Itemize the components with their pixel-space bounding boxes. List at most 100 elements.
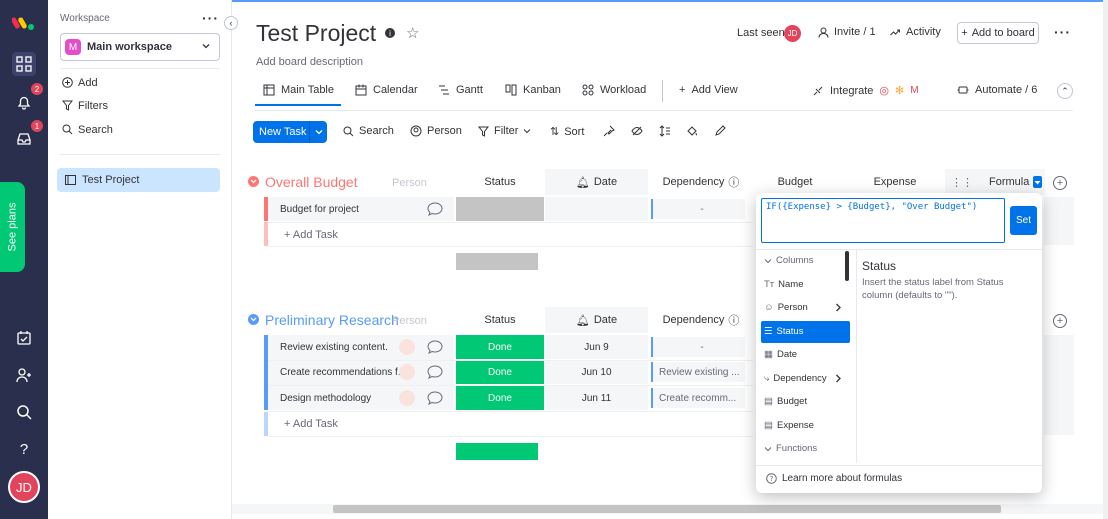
collapse-panel-icon[interactable]: ‹ (224, 16, 238, 30)
monday-logo[interactable] (12, 12, 36, 32)
date-cell[interactable]: Jun 10 (545, 360, 648, 384)
invite-button[interactable]: Invite / 1 (818, 26, 876, 38)
learn-more-link[interactable]: ? Learn more about formulas (766, 473, 902, 484)
automate-button[interactable]: Automate / 6 (957, 84, 1037, 96)
integrate-button[interactable]: Integrate ◎ ✻ M (812, 84, 919, 97)
person-avatar[interactable] (399, 339, 415, 355)
status-cell[interactable]: Done (456, 335, 544, 359)
column-header-person[interactable]: Person (392, 177, 427, 189)
status-cell[interactable]: Done (456, 360, 544, 384)
list-scrollbar-thumb[interactable] (845, 251, 849, 281)
see-plans-button[interactable]: See plans (0, 182, 25, 272)
task-name[interactable]: Budget for project (280, 197, 359, 221)
tab-kanban[interactable]: Kanban (505, 84, 561, 96)
vertical-scrollbar[interactable] (1103, 0, 1108, 519)
formula-item-dependency[interactable]: ⤷ Dependency (764, 373, 842, 384)
task-name[interactable]: Create recommendations f... (280, 360, 406, 384)
board-title[interactable]: Test Project (256, 20, 376, 47)
workspace-menu-icon[interactable]: ··· (202, 10, 219, 26)
filters-button[interactable]: Filters (62, 100, 108, 112)
help-icon[interactable]: ? (12, 437, 36, 461)
add-column-icon[interactable]: + (1053, 176, 1067, 190)
status-cell[interactable]: Done (456, 386, 544, 410)
comment-icon[interactable] (427, 202, 443, 216)
add-task-input[interactable]: + Add Task (284, 412, 338, 436)
formula-item-status[interactable]: ☰ Status (764, 326, 803, 337)
pin-icon[interactable] (603, 125, 615, 137)
task-name[interactable]: Design methodology (280, 386, 371, 410)
date-cell[interactable]: Jun 9 (545, 335, 648, 359)
sidebar-item-test-project[interactable]: Test Project (57, 168, 220, 192)
column-header-expense[interactable]: Expense (860, 169, 930, 195)
activity-button[interactable]: Activity (890, 26, 941, 38)
new-task-button[interactable]: New Task (253, 121, 327, 143)
comment-icon[interactable] (427, 391, 443, 405)
tab-gantt[interactable]: Gantt (438, 84, 483, 96)
add-button[interactable]: Add (62, 77, 98, 89)
formula-item-name[interactable]: Tт Name (764, 279, 804, 290)
formula-item-budget[interactable]: ▤ Budget (764, 396, 807, 407)
color-fill-icon[interactable] (686, 125, 698, 137)
search-icon[interactable] (12, 400, 36, 424)
dependency-cell[interactable]: - (651, 337, 745, 357)
columns-section-header[interactable]: Columns (764, 255, 814, 266)
column-header-dependency[interactable]: Dependency ⓘ (648, 307, 754, 333)
dependency-cell[interactable]: Create recomm... (651, 388, 745, 408)
date-cell[interactable]: Jun 11 (545, 386, 648, 410)
column-header-date[interactable]: 🔔︎ Date (545, 169, 648, 195)
formula-item-expense[interactable]: ▤ Expense (764, 420, 814, 431)
formula-item-person[interactable]: ☺ Person (764, 302, 842, 313)
task-name[interactable]: Review existing content. (280, 335, 388, 359)
row-height-icon[interactable] (659, 125, 671, 137)
star-icon[interactable]: ☆ (406, 24, 419, 42)
user-avatar[interactable]: JD (8, 471, 40, 503)
invite-members-icon[interactable] (12, 363, 36, 387)
add-to-board-button[interactable]: + Add to board (957, 22, 1039, 44)
column-header-dependency[interactable]: Dependency ⓘ (648, 169, 754, 195)
column-header-status[interactable]: Status (456, 169, 544, 195)
toolbar-search-button[interactable]: Search (343, 125, 394, 137)
functions-section-header[interactable]: Functions (764, 443, 817, 454)
toolbar-person-button[interactable]: Person (410, 125, 462, 137)
tab-calendar[interactable]: Calendar (355, 84, 418, 96)
date-cell[interactable] (545, 197, 648, 221)
more-menu-icon[interactable]: ··· (1054, 24, 1071, 40)
column-header-status[interactable]: Status (456, 307, 544, 333)
tab-workload[interactable]: Workload (582, 84, 646, 96)
formula-input[interactable]: IF({Expense} > {Budget}, "Over Budget") (761, 198, 1005, 243)
column-header-budget[interactable]: Budget (760, 169, 830, 195)
comment-icon[interactable] (427, 340, 443, 354)
set-button[interactable]: Set (1010, 206, 1037, 235)
horizontal-scrollbar-thumb[interactable] (333, 505, 1001, 513)
my-work-icon[interactable] (12, 326, 36, 350)
search-button[interactable]: Search (62, 124, 113, 136)
chevron-down-icon[interactable] (309, 121, 327, 143)
add-view-button[interactable]: + Add View (679, 84, 738, 96)
column-header-person[interactable]: Person (392, 315, 427, 327)
info-icon[interactable]: i (385, 28, 395, 38)
column-header-formula[interactable]: ⋮⋮ Formula (945, 169, 1045, 195)
add-column-icon[interactable]: + (1053, 314, 1067, 328)
group-title[interactable]: Preliminary Research (265, 312, 399, 328)
person-avatar[interactable] (399, 390, 415, 406)
dependency-cell[interactable]: - (651, 199, 745, 219)
last-seen-avatar[interactable]: JD (784, 25, 801, 42)
formula-item-date[interactable]: ▦ Date (764, 349, 797, 360)
dependency-cell[interactable]: Review existing ... (651, 362, 745, 382)
column-header-date[interactable]: 🔔︎ Date (545, 307, 648, 333)
board-description[interactable]: Add board description (256, 56, 363, 68)
column-menu-icon[interactable] (1033, 176, 1042, 188)
chevron-up-icon[interactable]: ⌃ (1057, 83, 1073, 99)
group-collapse-icon[interactable] (248, 314, 259, 325)
edit-icon[interactable] (714, 125, 726, 137)
tab-main-table[interactable]: Main Table (263, 84, 334, 96)
add-task-input[interactable]: + Add Task (284, 223, 338, 247)
group-collapse-icon[interactable] (248, 176, 259, 187)
workspace-selector[interactable]: M Main workspace (60, 33, 220, 61)
group-title[interactable]: Overall Budget (265, 174, 358, 190)
person-avatar[interactable] (399, 364, 415, 380)
hide-icon[interactable] (631, 125, 643, 137)
toolbar-sort-button[interactable]: ⇅ Sort (550, 125, 584, 139)
grid-icon[interactable] (12, 52, 36, 76)
comment-icon[interactable] (427, 365, 443, 379)
